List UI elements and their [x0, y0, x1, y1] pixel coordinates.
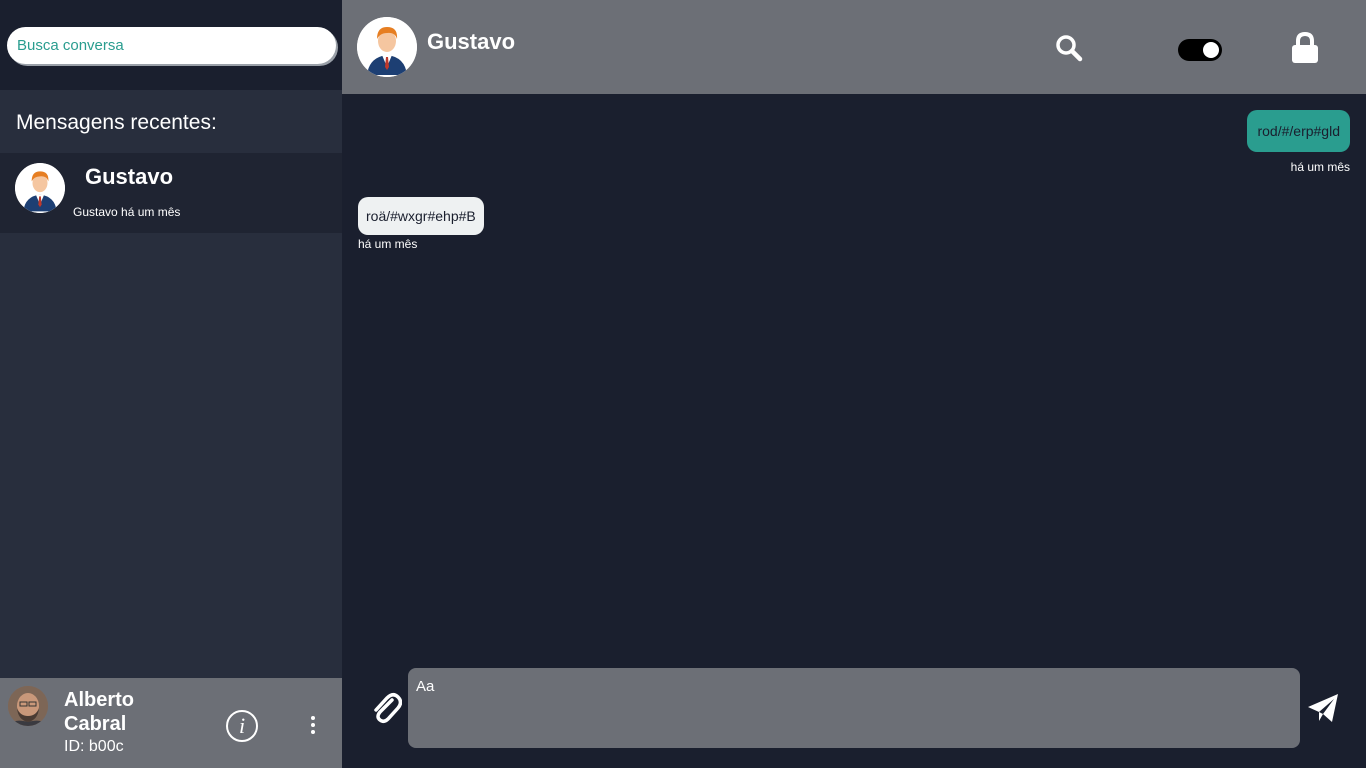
contact-avatar: [15, 163, 65, 213]
message-timestamp: há um mês: [358, 237, 418, 251]
toggle-knob: [1203, 42, 1219, 58]
search-conversation-input[interactable]: [7, 27, 336, 64]
message-incoming: roä/#wxgr#ehp#B: [358, 197, 484, 235]
contact-avatar[interactable]: [357, 17, 417, 77]
more-vertical-icon[interactable]: [306, 714, 320, 736]
search-icon[interactable]: [1055, 34, 1083, 62]
message-outgoing: rod/#/erp#gld: [1247, 110, 1350, 152]
search-area: [0, 0, 342, 90]
chat-header: Gustavo: [342, 0, 1366, 94]
lock-icon[interactable]: [1290, 31, 1320, 64]
sidebar: Mensagens recentes: Gustavo Gustavo há u…: [0, 0, 342, 768]
conversation-name: Gustavo: [85, 164, 174, 189]
user-id: ID: b00c: [64, 738, 124, 755]
paperclip-icon[interactable]: [370, 690, 403, 726]
theme-toggle[interactable]: [1178, 39, 1222, 61]
conversation-item-gustavo[interactable]: Gustavo Gustavo há um mês: [0, 153, 342, 233]
user-name: Alberto Cabral: [64, 689, 134, 735]
message-input[interactable]: [408, 668, 1300, 748]
message-timestamp: há um mês: [1290, 160, 1350, 174]
message-list: rod/#/erp#gld há um mês roä/#wxgr#ehp#B …: [342, 94, 1366, 654]
current-user-bar: Alberto Cabral ID: b00c i: [0, 678, 342, 768]
info-icon[interactable]: i: [226, 710, 258, 742]
conversation-preview: Gustavo há um mês: [73, 205, 181, 219]
recent-messages-title: Mensagens recentes:: [16, 111, 217, 134]
send-icon[interactable]: [1306, 692, 1340, 724]
chat-app: Mensagens recentes: Gustavo Gustavo há u…: [0, 0, 1366, 768]
contact-name: Gustavo: [427, 29, 516, 54]
user-avatar[interactable]: [8, 686, 48, 726]
